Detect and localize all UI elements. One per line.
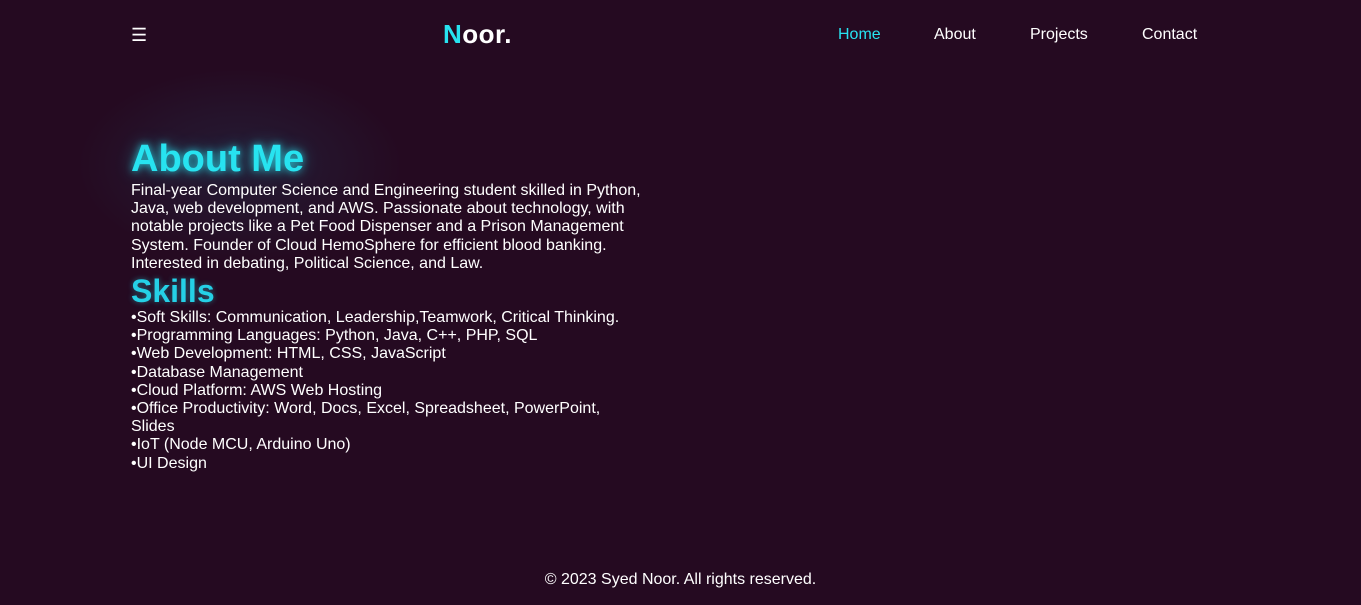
nav-link-about[interactable]: About <box>934 25 976 45</box>
copyright-text: © 2023 Syed Noor. All rights reserved. <box>544 571 817 588</box>
site-footer: © 2023 Syed Noor. All rights reserved. <box>0 570 1361 590</box>
skill-item: Web Development: HTML, CSS, JavaScript <box>131 345 621 363</box>
site-header: ☰ Noor. Home About Projects Contact <box>0 0 1361 70</box>
nav-link-contact[interactable]: Contact <box>1142 25 1197 45</box>
nav-link-home[interactable]: Home <box>838 25 881 45</box>
skills-heading: Skills <box>131 273 215 310</box>
skill-item: IoT (Node MCU, Arduino Uno) <box>131 436 621 454</box>
skill-item: Programming Languages: Python, Java, C++… <box>131 327 621 345</box>
skill-item: Database Management <box>131 364 621 382</box>
nav-link-projects[interactable]: Projects <box>1030 25 1088 45</box>
main-nav: Home About Projects Contact <box>0 25 1361 45</box>
skill-item: Cloud Platform: AWS Web Hosting <box>131 382 621 400</box>
about-description: Final-year Computer Science and Engineer… <box>131 182 641 272</box>
about-heading: About Me <box>131 138 305 180</box>
skill-item: Soft Skills: Communication, Leadership,T… <box>131 309 621 327</box>
skill-item: Office Productivity: Word, Docs, Excel, … <box>131 400 621 436</box>
about-section: About Me Final-year Computer Science and… <box>131 136 651 473</box>
skill-item: UI Design <box>131 455 621 473</box>
skills-list: Soft Skills: Communication, Leadership,T… <box>131 309 621 473</box>
